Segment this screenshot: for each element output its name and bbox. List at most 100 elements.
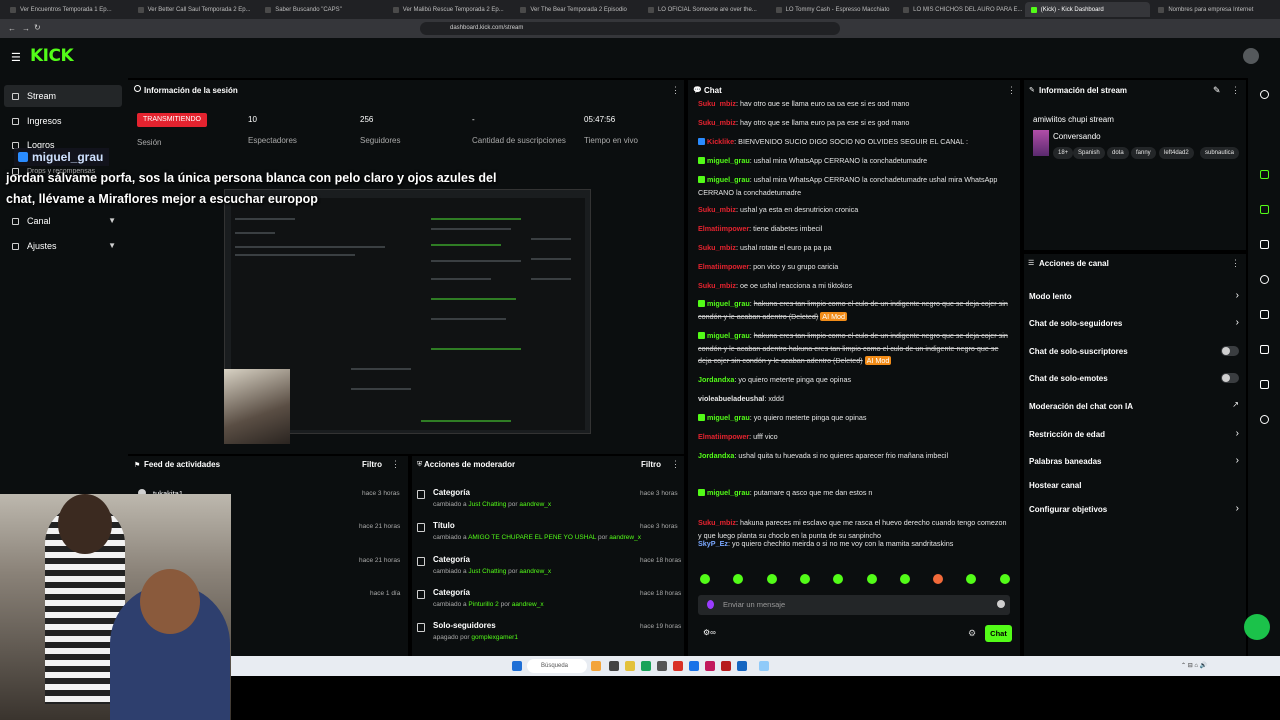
chat-message[interactable]: Elmatiimpower: pon vico y su grupo caric… bbox=[698, 261, 1008, 274]
avatar[interactable] bbox=[1243, 48, 1259, 64]
chat-message[interactable]: Suku_mbiz: ushal ya esta en desnutricion… bbox=[698, 204, 1008, 217]
browser-tab[interactable]: Ver Encuentros Temporada 1 Ep... bbox=[4, 2, 130, 17]
toggle-switch[interactable] bbox=[1221, 346, 1239, 356]
help-button[interactable] bbox=[1244, 614, 1270, 640]
chat-message[interactable]: Jordandxa: ushal quita tu huevada si no … bbox=[698, 450, 1008, 463]
chat-bubble-icon[interactable] bbox=[1260, 275, 1269, 284]
more-options-icon[interactable]: ⋮ bbox=[1007, 85, 1016, 96]
widget-icon[interactable] bbox=[591, 661, 601, 671]
tool-icon[interactable] bbox=[1260, 380, 1269, 389]
apps-icon[interactable] bbox=[1260, 415, 1269, 424]
channel-action-item[interactable]: Chat de solo-seguidores › bbox=[1029, 317, 1243, 328]
mod-action-user[interactable]: aandrew_x bbox=[609, 534, 641, 541]
channel-action-item[interactable]: Hostear canal bbox=[1029, 481, 1243, 490]
browser-tab[interactable]: Ver Better Call Saul Temporada 2 Ep... bbox=[132, 2, 258, 17]
more-options-icon[interactable]: ⋮ bbox=[1231, 258, 1240, 269]
kick-points-icon[interactable]: ⚙∞ bbox=[703, 628, 716, 637]
browser-tab[interactable]: LO Tommy Cash - Espresso Macchiato bbox=[770, 2, 896, 17]
menu-icon[interactable]: ☰ bbox=[11, 51, 21, 64]
system-tray[interactable]: ⌃ ⊟ ⌂ 🔊 bbox=[1181, 662, 1207, 669]
chat-username[interactable]: Suku_mbiz bbox=[698, 243, 736, 252]
chat-message[interactable]: miguel_grau: yo quiero meterte pinga que… bbox=[698, 412, 1008, 425]
pencil-icon[interactable]: ✎ bbox=[1213, 85, 1221, 96]
chat-input[interactable]: Enviar un mensaje bbox=[698, 595, 1010, 615]
chat-username[interactable]: Suku_mbiz bbox=[698, 518, 736, 527]
forward-icon[interactable]: → bbox=[22, 24, 30, 33]
channel-action-item[interactable]: Chat de solo-emotes bbox=[1029, 373, 1243, 383]
list-icon[interactable] bbox=[1260, 345, 1269, 354]
opera-icon[interactable] bbox=[673, 661, 683, 671]
target-icon[interactable] bbox=[1260, 170, 1269, 179]
link-icon[interactable] bbox=[1260, 310, 1269, 319]
mod-action-user[interactable]: aandrew_x bbox=[519, 568, 551, 575]
emote-icon[interactable] bbox=[999, 574, 1010, 584]
app-icon[interactable] bbox=[641, 661, 651, 671]
channel-action-item[interactable]: Chat de solo-suscriptores bbox=[1029, 346, 1243, 356]
channel-action-item[interactable]: Modo lento › bbox=[1029, 290, 1243, 301]
browser-tab[interactable]: Saber Buscando "CAPS" bbox=[259, 2, 385, 17]
chat-message[interactable]: miguel_grau: putamare q asco que me dan … bbox=[698, 487, 1008, 500]
browser-tab[interactable]: LO MIS CHICHOS DEL AURO PARA E... bbox=[897, 2, 1023, 17]
chat-message[interactable]: Jordandxa: yo quiero meterte pinga que o… bbox=[698, 374, 1008, 387]
chat-message[interactable]: Suku_mbiz: ushal rotate el euro pa pa pa bbox=[698, 242, 1008, 255]
emote-icon[interactable] bbox=[899, 574, 910, 584]
more-options-icon[interactable]: ⋮ bbox=[671, 459, 680, 470]
chat-username[interactable]: Elmatiimpower bbox=[698, 224, 749, 233]
chat-username[interactable]: Suku_mbiz bbox=[698, 99, 736, 106]
chat-message[interactable]: Elmatiimpower: ufff vico bbox=[698, 431, 1008, 444]
chat-message[interactable]: Suku_mbiz: oe oe ushal reacciona a mi ti… bbox=[698, 280, 1008, 293]
chat-message[interactable]: miguel_grau: ushal mira WhatsApp CERRANO… bbox=[698, 174, 1008, 199]
mod-action-user[interactable]: gomplexgamer1 bbox=[471, 634, 518, 641]
sidebar-item-stream[interactable]: Stream bbox=[4, 85, 122, 107]
chat-username[interactable]: Kicklike bbox=[707, 137, 734, 146]
chat-message[interactable]: Suku_mbiz: hay otro que se llama euro pa… bbox=[698, 117, 1008, 130]
emote-icon[interactable] bbox=[799, 574, 810, 584]
browser-tab[interactable]: LO OFICIAL Someone are over the... bbox=[642, 2, 768, 17]
emote-icon[interactable] bbox=[766, 574, 777, 584]
browser-tab[interactable]: Nombres para empresa Internet bbox=[1152, 2, 1278, 17]
back-icon[interactable]: ← bbox=[8, 24, 16, 33]
more-options-icon[interactable]: ⋮ bbox=[671, 85, 680, 96]
chat-message[interactable]: violeabueladeushal: xddd bbox=[698, 393, 1008, 406]
sidebar-item-ingresos[interactable]: Ingresos bbox=[4, 110, 122, 132]
chat-message[interactable]: SkyP_Ez: yo quiero chechito meirda o si … bbox=[698, 538, 1008, 551]
chat-username[interactable]: miguel_grau bbox=[707, 299, 750, 308]
sidebar-item-ajustes[interactable]: Ajustes ▼ bbox=[4, 235, 122, 257]
channel-action-item[interactable]: Palabras baneadas › bbox=[1029, 455, 1243, 466]
folder-icon[interactable] bbox=[625, 661, 635, 671]
chat-message[interactable]: Elmatiimpower: tiene diabetes imbecil bbox=[698, 223, 1008, 236]
chat-username[interactable]: Elmatiimpower bbox=[698, 432, 749, 441]
chat-username[interactable]: Suku_mbiz bbox=[698, 205, 736, 214]
channel-action-item[interactable]: Configurar objetivos › bbox=[1029, 503, 1243, 514]
chat-username[interactable]: miguel_grau bbox=[707, 331, 750, 340]
windows-start-icon[interactable] bbox=[512, 661, 522, 671]
chat-username[interactable]: Jordandxa bbox=[698, 451, 734, 460]
mod-action-user[interactable]: aandrew_x bbox=[512, 601, 544, 608]
chat-username[interactable]: miguel_grau bbox=[707, 488, 750, 497]
channel-action-item[interactable]: Moderación del chat con IA ↗ bbox=[1029, 400, 1243, 411]
document-icon[interactable] bbox=[1260, 240, 1269, 249]
chat-message[interactable]: miguel_grau: hakuna eres tan limpio como… bbox=[698, 330, 1008, 368]
browser-tab[interactable]: Ver The Bear Temporada 2 Episodio bbox=[514, 2, 640, 17]
app-icon[interactable] bbox=[705, 661, 715, 671]
browser-tab[interactable]: Ver Malibú Rescue Temporada 2 Ep... bbox=[387, 2, 513, 17]
chat-username[interactable]: miguel_grau bbox=[707, 175, 750, 184]
more-options-icon[interactable]: ⋮ bbox=[1231, 85, 1240, 96]
chat-username[interactable]: Suku_mbiz bbox=[698, 118, 736, 127]
chat-username[interactable]: SkyP_Ez bbox=[698, 539, 728, 548]
mod-action-user[interactable]: aandrew_x bbox=[519, 501, 551, 508]
task-view-icon[interactable] bbox=[609, 661, 619, 671]
emote-icon[interactable] bbox=[700, 574, 710, 584]
bolt-icon[interactable] bbox=[1260, 205, 1269, 214]
browser-tab[interactable]: (Kick) - Kick Dashboard bbox=[1024, 2, 1151, 17]
chat-message[interactable]: Suku_mbiz: hay otro que se llama euro pa… bbox=[698, 98, 1008, 106]
feed-filter-button[interactable]: Filtro bbox=[362, 460, 382, 469]
reload-icon[interactable]: ↻ bbox=[34, 23, 41, 32]
chat-message[interactable]: miguel_grau: hakuna eres tan limpio como… bbox=[698, 298, 1008, 323]
chat-username[interactable]: miguel_grau bbox=[707, 156, 750, 165]
app-icon[interactable] bbox=[759, 661, 769, 671]
chat-message[interactable]: Kicklike: BIENVENIDO SUCIO DIGO SOCIO NO… bbox=[698, 136, 1008, 149]
info-icon[interactable] bbox=[1260, 90, 1269, 99]
chat-username[interactable]: miguel_grau bbox=[707, 413, 750, 422]
more-options-icon[interactable]: ⋮ bbox=[391, 459, 400, 470]
